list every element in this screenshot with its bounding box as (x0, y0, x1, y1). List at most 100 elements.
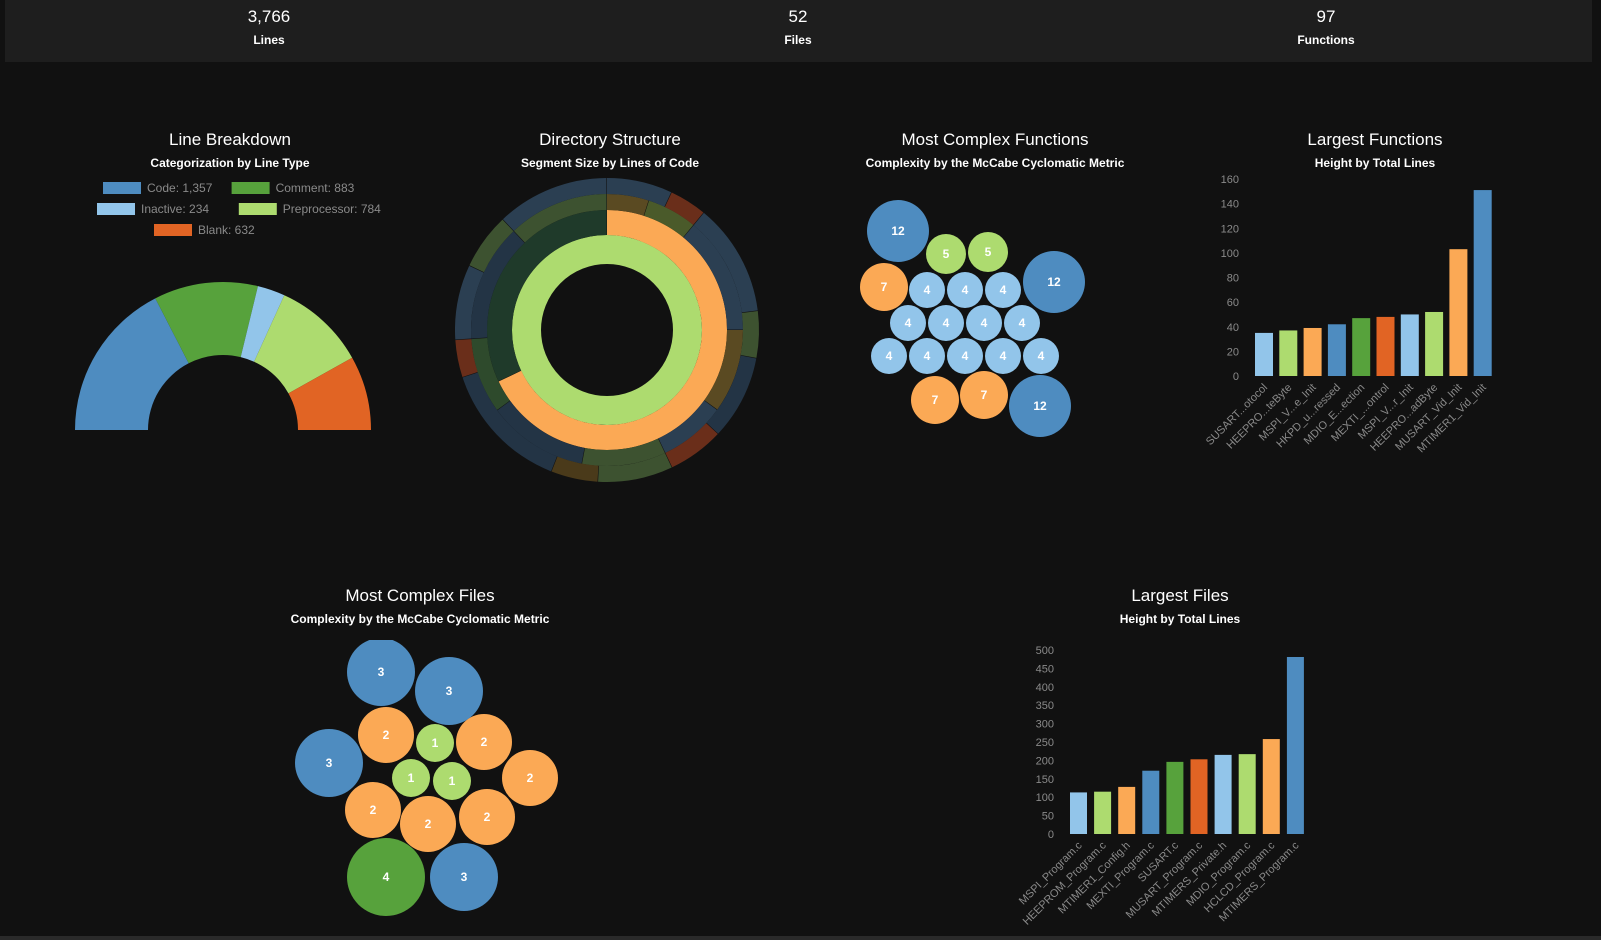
bar[interactable] (1118, 786, 1136, 834)
bubble-label: 7 (932, 393, 939, 407)
y-tick-label: 100 (1221, 248, 1239, 260)
files-count: 52 (788, 7, 808, 26)
bubble-label: 4 (905, 316, 912, 330)
bubble-label: 3 (461, 870, 468, 884)
bar[interactable] (1303, 327, 1322, 376)
bar[interactable] (1352, 318, 1371, 376)
bar[interactable] (1376, 316, 1395, 376)
largest-files-bar-chart[interactable]: 050100150200250300350400450500MSPI_Progr… (1010, 632, 1340, 936)
bar[interactable] (1070, 792, 1087, 834)
chart-title: Most Complex Files (345, 586, 495, 605)
bubble-label: 4 (981, 316, 988, 330)
bubble-label: 2 (425, 817, 432, 831)
lines-count: 3,766 (247, 7, 291, 26)
legend-label: Comment: 883 (276, 181, 355, 195)
complex-files-panel: Most Complex Files Complexity by the McC… (260, 586, 580, 626)
chart-subtitle: Categorization by Line Type (150, 156, 310, 170)
legend-label: Blank: 632 (198, 223, 255, 237)
largest-functions-bar-chart[interactable]: 020406080100120140160SUSART...otocolHEEP… (1195, 175, 1525, 480)
bubble-label: 2 (383, 728, 390, 742)
bubble-label: 1 (449, 774, 456, 788)
y-tick-label: 140 (1221, 199, 1239, 211)
bar[interactable] (1142, 770, 1160, 834)
bubble-label: 7 (981, 388, 988, 402)
bar[interactable] (1238, 754, 1256, 834)
sunburst-segment[interactable] (740, 310, 759, 358)
bar[interactable] (1214, 754, 1232, 834)
y-tick-label: 500 (1036, 645, 1054, 657)
legend-swatch (154, 224, 192, 236)
chart-title: Most Complex Functions (901, 130, 1089, 149)
bubble-label: 4 (924, 283, 931, 297)
bubble-label: 4 (1000, 349, 1007, 363)
bubble-label: 12 (891, 224, 905, 238)
legend-swatch (238, 203, 277, 215)
bar[interactable] (1255, 332, 1273, 376)
chart-title: Line Breakdown (169, 130, 291, 149)
bar[interactable] (1190, 759, 1208, 834)
legend-label: Code: 1,357 (147, 181, 213, 195)
bar[interactable] (1327, 324, 1346, 376)
bubble-label: 4 (962, 283, 969, 297)
bar[interactable] (1094, 791, 1112, 834)
directory-panel: Directory Structure Segment Size by Line… (450, 130, 770, 170)
files-stat: 52 Files (648, 0, 948, 47)
bubble-label: 2 (484, 810, 491, 824)
bubble-label: 5 (943, 247, 950, 261)
bar[interactable] (1286, 656, 1304, 834)
complex-files-bubbles[interactable]: 3 3 2 1 2 3 1 1 2 2 2 2 4 3 (280, 640, 580, 936)
y-tick-label: 60 (1227, 297, 1239, 309)
bar[interactable] (1425, 311, 1444, 376)
y-tick-label: 450 (1036, 663, 1054, 675)
largest-functions-panel: Largest Functions Height by Total Lines (1230, 130, 1520, 170)
bar[interactable] (1279, 330, 1298, 376)
legend-swatch (231, 182, 270, 194)
y-tick-label: 160 (1221, 175, 1239, 186)
largest-files-panel: Largest Files Height by Total Lines (1030, 586, 1330, 626)
legend-label: Inactive: 234 (141, 202, 209, 216)
directory-sunburst[interactable] (455, 178, 765, 488)
bubble-label: 1 (408, 771, 415, 785)
complex-functions-bubbles[interactable]: 12 5 5 12 7 4 4 4 4 4 4 4 4 4 4 4 4 7 7 12 (860, 195, 1120, 455)
bubble-label: 3 (378, 665, 385, 679)
y-tick-label: 250 (1036, 737, 1054, 749)
functions-stat: 97 Functions (1176, 0, 1476, 47)
bar[interactable] (1400, 314, 1419, 376)
bar[interactable] (1262, 739, 1280, 834)
complex-functions-panel: Most Complex Functions Complexity by the… (840, 130, 1150, 170)
line-breakdown-chart[interactable]: Code: 1,357 Comment: 883 Inactive: 234 Prep… (60, 178, 400, 448)
y-tick-label: 20 (1227, 346, 1239, 358)
bar[interactable] (1166, 761, 1184, 834)
y-tick-label: 300 (1036, 719, 1054, 731)
chart-subtitle: Complexity by the McCabe Cyclomatic Metr… (290, 612, 550, 626)
bar[interactable] (1449, 249, 1468, 376)
legend-swatch (97, 203, 135, 215)
bubble-label: 2 (527, 771, 534, 785)
sunburst-segment[interactable] (512, 235, 702, 425)
summary-bar: 3,766 Lines 52 Files 97 Functions (5, 0, 1592, 62)
lines-label: Lines (253, 33, 285, 47)
chart-title: Largest Functions (1307, 130, 1443, 149)
bubble-label: 4 (383, 870, 390, 884)
y-tick-label: 50 (1042, 811, 1054, 823)
bubble-label: 4 (924, 349, 931, 363)
line-breakdown-panel: Line Breakdown Categorization by Line Ty… (60, 130, 400, 170)
bubble-label: 4 (962, 349, 969, 363)
bubble-label: 2 (481, 735, 488, 749)
bubble-label: 12 (1033, 399, 1047, 413)
bubble-label: 4 (1019, 316, 1026, 330)
functions-label: Functions (1297, 33, 1355, 47)
chart-subtitle: Segment Size by Lines of Code (520, 156, 700, 170)
bubble-label: 3 (326, 756, 333, 770)
bottom-edge (0, 936, 1601, 940)
bubble-label: 7 (881, 280, 888, 294)
bubble-label: 4 (943, 316, 950, 330)
bar[interactable] (1473, 190, 1492, 376)
files-label: Files (784, 33, 812, 47)
y-tick-label: 0 (1048, 829, 1054, 841)
bubble-label: 3 (446, 684, 453, 698)
y-tick-label: 350 (1036, 700, 1054, 712)
bubble-label: 4 (886, 349, 893, 363)
y-tick-label: 80 (1227, 273, 1239, 285)
legend-label: Preprocessor: 784 (283, 202, 381, 216)
